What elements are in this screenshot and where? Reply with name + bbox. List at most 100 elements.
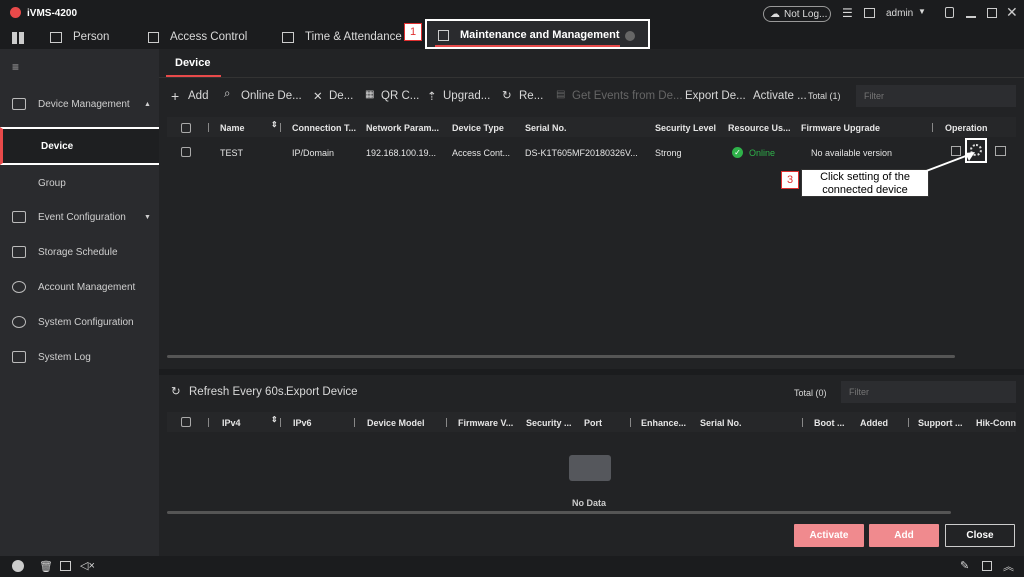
cloud-login-button[interactable]: ☁ Not Log...: [763, 6, 831, 22]
device-total: Total (1): [808, 91, 841, 101]
sort-icon[interactable]: ⇕: [271, 120, 278, 129]
menu-person[interactable]: Person: [73, 31, 109, 43]
col-device-model[interactable]: Device Model: [367, 418, 425, 428]
export-device-button[interactable]: Export De...: [685, 90, 746, 102]
device-management-icon: [12, 98, 26, 110]
online-total: Total (0): [794, 388, 827, 398]
menu-bar: Person Access Control Time & Attendance …: [0, 19, 1024, 49]
refresh-icon: ↻: [171, 386, 181, 398]
sidebar-item-device[interactable]: Device: [0, 127, 162, 165]
chevron-down-icon[interactable]: ▼: [918, 7, 926, 16]
log-icon: [12, 351, 26, 363]
tab-maintenance[interactable]: Maintenance and Management: [425, 19, 650, 49]
cloud-status: Not Log...: [784, 8, 828, 20]
add-icon: +: [171, 88, 180, 104]
qr-icon: ▦: [365, 89, 375, 100]
online-filter-input[interactable]: [841, 381, 1016, 403]
col-security-level[interactable]: Security Level: [655, 123, 716, 133]
tab-divider: [159, 77, 1024, 78]
col-network-param[interactable]: Network Param...: [366, 123, 439, 133]
refresh-button[interactable]: Re...: [519, 90, 543, 102]
horizontal-scrollbar[interactable]: [167, 355, 955, 358]
sidebar-item-account-management[interactable]: Account Management: [0, 270, 159, 304]
mute-icon[interactable]: ◁×: [80, 559, 95, 572]
online-select-all-checkbox[interactable]: [181, 417, 191, 427]
add-button[interactable]: Add: [188, 90, 208, 102]
online-scrollbar[interactable]: [167, 511, 951, 514]
col-support[interactable]: Support ...: [918, 418, 963, 428]
col-resource-usage[interactable]: Resource Us...: [728, 123, 791, 133]
grid-icon[interactable]: [12, 32, 24, 44]
col-online-serial-no[interactable]: Serial No.: [700, 418, 742, 428]
window-icon[interactable]: [982, 561, 992, 571]
select-all-checkbox[interactable]: [181, 123, 191, 133]
close-icon[interactable]: ✕: [1006, 4, 1018, 21]
qr-code-button[interactable]: QR C...: [381, 90, 419, 102]
export-device-link[interactable]: Export Device: [286, 386, 358, 398]
alarm-icon[interactable]: [12, 560, 24, 572]
activate-button[interactable]: Activate ...: [753, 90, 807, 102]
delete-button[interactable]: De...: [329, 90, 353, 102]
tab-close-icon[interactable]: [625, 31, 635, 41]
col-ipv4[interactable]: IPv4: [222, 418, 241, 428]
sidebar-item-event-configuration[interactable]: Event Configuration ▼: [0, 200, 159, 234]
maximize-icon[interactable]: [987, 8, 997, 18]
device-filter-input[interactable]: [856, 85, 1016, 107]
activate-online-button[interactable]: Activate: [794, 524, 864, 547]
col-device-type[interactable]: Device Type: [452, 123, 504, 133]
col-security[interactable]: Security ...: [526, 418, 572, 428]
gear-icon: [12, 316, 26, 328]
account-icon: [12, 281, 26, 293]
upgrade-button[interactable]: Upgrad...: [443, 90, 490, 102]
menu-access-control[interactable]: Access Control: [170, 31, 247, 43]
add-online-button[interactable]: Add: [869, 524, 939, 547]
sidebar-item-group[interactable]: Group: [0, 166, 159, 200]
col-ipv6[interactable]: IPv6: [293, 418, 312, 428]
refresh-interval[interactable]: Refresh Every 60s.: [189, 386, 287, 398]
minimize-icon[interactable]: [966, 16, 976, 18]
tab-device[interactable]: Device: [175, 57, 210, 69]
double-chevron-up-icon[interactable]: ︽: [1003, 558, 1014, 574]
app-logo-icon: [10, 7, 21, 18]
col-added[interactable]: Added: [860, 418, 888, 428]
col-port[interactable]: Port: [584, 418, 602, 428]
tooltip-box: Click setting of the connected device: [801, 169, 929, 197]
list-icon[interactable]: ☰: [842, 6, 853, 20]
row-checkbox[interactable]: [181, 147, 191, 157]
col-hik-connect[interactable]: Hik-Conn: [976, 418, 1016, 428]
cloud-icon: ☁: [770, 8, 780, 20]
col-name[interactable]: Name: [220, 123, 245, 133]
sidebar-item-device-management[interactable]: Device Management ▲: [0, 87, 159, 121]
menu-maintenance: Maintenance and Management: [460, 29, 620, 41]
col-enhanced[interactable]: Enhance...: [641, 418, 686, 428]
chevron-down-icon: ▼: [144, 213, 151, 221]
image-icon[interactable]: [864, 8, 875, 18]
sort-icon[interactable]: ⇕: [271, 415, 278, 424]
online-device-button[interactable]: Online De...: [241, 90, 302, 102]
close-button[interactable]: Close: [945, 524, 1015, 547]
events-icon: ▤: [556, 89, 566, 100]
menu-time-attendance[interactable]: Time & Attendance: [305, 31, 402, 43]
username[interactable]: admin: [886, 8, 913, 19]
lock-icon[interactable]: [945, 7, 954, 18]
sidebar-item-storage-schedule[interactable]: Storage Schedule: [0, 235, 159, 269]
online-status-icon: ✓: [732, 147, 743, 158]
col-firmware-version[interactable]: Firmware V...: [458, 418, 513, 428]
remote-config-icon[interactable]: [995, 146, 1006, 156]
sidebar-item-system-log[interactable]: System Log: [0, 340, 159, 374]
get-events-button[interactable]: Get Events from De...: [572, 90, 683, 102]
storage-icon: [12, 246, 26, 258]
upgrade-icon: ⇡: [427, 91, 437, 103]
col-firmware-upgrade[interactable]: Firmware Upgrade: [801, 123, 880, 133]
col-connection-type[interactable]: Connection T...: [292, 123, 356, 133]
search-icon: ⌕: [224, 88, 231, 100]
trash-icon[interactable]: 🗑: [39, 560, 53, 573]
pin-icon[interactable]: ✎: [960, 559, 969, 572]
picture-icon[interactable]: [60, 561, 71, 571]
sidebar-item-system-configuration[interactable]: System Configuration: [0, 305, 159, 339]
col-boot[interactable]: Boot ...: [814, 418, 845, 428]
col-serial-no[interactable]: Serial No.: [525, 123, 567, 133]
hamburger-icon[interactable]: ≡: [12, 60, 19, 74]
row-serial-no: DS-K1T605MF20180326V...: [525, 148, 638, 158]
tooltip-arrow: [920, 152, 975, 174]
